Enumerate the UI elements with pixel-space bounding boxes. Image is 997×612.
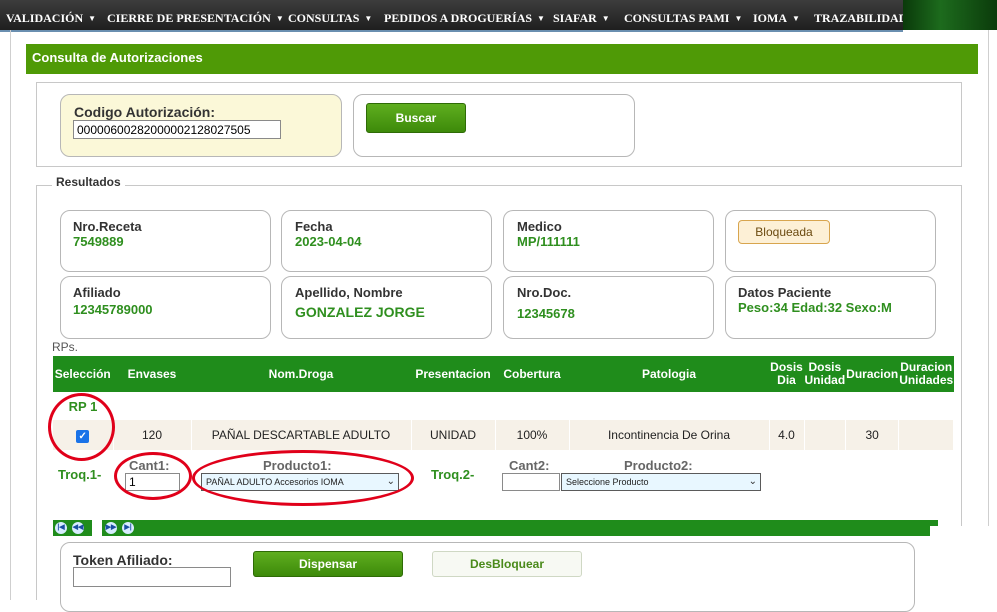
nro-doc-label: Nro.Doc. (517, 285, 572, 300)
annotation-ellipse-cant1 (114, 452, 192, 500)
producto2-label: Producto2: (624, 458, 693, 473)
annotation-ellipse-selection (48, 393, 115, 461)
nro-receta-label: Nro.Receta (73, 219, 142, 234)
apellido-label: Apellido, Nombre (295, 285, 403, 300)
patologia-cell: Incontinencia De Orina (569, 420, 770, 450)
nav-ioma[interactable]: IOMA ▼ (753, 11, 800, 26)
chevron-down-icon: ▼ (734, 14, 743, 23)
col-presentacion: Presentacion (411, 356, 496, 392)
col-seleccion: Selección (53, 356, 114, 392)
duracion-cell: 30 (845, 420, 900, 450)
troq1-label: Troq.1- (58, 467, 102, 482)
nav-consultas-pami[interactable]: CONSULTAS PAMI ▼ (624, 11, 742, 26)
chevron-down-icon: ▼ (792, 14, 800, 23)
chevron-down-icon: ▼ (364, 14, 373, 23)
col-nom-droga: Nom.Droga (191, 356, 412, 392)
annotation-ellipse-producto1 (192, 450, 414, 506)
afiliado-label: Afiliado (73, 285, 121, 300)
nav-validacion[interactable]: VALIDACIÓN ▼ (6, 11, 96, 26)
desbloquear-button[interactable]: DesBloquear (432, 551, 582, 577)
dispensar-button[interactable]: Dispensar (253, 551, 403, 577)
col-dosis-dia: Dosis Dia (769, 356, 805, 392)
droga-cell: PAÑAL DESCARTABLE ADULTO (191, 420, 412, 450)
pager-bar (53, 520, 938, 536)
cant2-input[interactable] (502, 473, 560, 491)
cant2-label: Cant2: (509, 458, 550, 473)
nav-pedidos-droguerias[interactable]: PEDIDOS A DROGUERÍAS ▼ (384, 11, 545, 26)
datos-paciente-label: Datos Paciente (738, 285, 832, 300)
chevron-down-icon: ⌄ (748, 476, 757, 487)
col-cobertura: Cobertura (495, 356, 570, 392)
afiliado-value: 12345789000 (73, 302, 153, 317)
nro-receta-value: 7549889 (73, 234, 124, 249)
pager-gap (92, 520, 102, 542)
presentacion-cell: UNIDAD (411, 420, 496, 450)
duracion-unidades-cell (898, 420, 955, 450)
nav-trazabilidad[interactable]: TRAZABILIDAD (814, 11, 907, 25)
nro-doc-value: 12345678 (517, 306, 575, 321)
rp-label-row: RP 1 (53, 392, 954, 420)
col-duracion-unidades: Duracion Unidades (898, 356, 955, 392)
next-page-icon[interactable]: ▶▶ (105, 522, 117, 534)
datos-paciente-value: Peso:34 Edad:32 Sexo:M (738, 300, 892, 315)
token-input[interactable] (73, 567, 231, 587)
nav-consultas[interactable]: CONSULTAS ▼ (288, 11, 372, 26)
bloqueada-badge: Bloqueada (738, 220, 830, 244)
buscar-button[interactable]: Buscar (366, 103, 466, 133)
envases-cell: 120 (113, 420, 192, 450)
rps-label: RPs. (52, 340, 79, 354)
prev-page-icon[interactable]: ◀◀ (72, 522, 84, 534)
table-header-row: Selección Envases Nom.Droga Presentacion… (53, 356, 955, 392)
col-duracion: Duracion (845, 356, 900, 392)
chevron-down-icon: ▼ (601, 14, 610, 23)
col-envases: Envases (113, 356, 192, 392)
medico-label: Medico (517, 219, 562, 234)
token-label: Token Afiliado: (73, 552, 173, 568)
apellido-value: GONZALEZ JORGE (295, 304, 425, 320)
producto2-selected: Seleccione Producto (566, 477, 649, 487)
chevron-down-icon: ▼ (537, 14, 545, 23)
dosis-unidad-cell (804, 420, 847, 450)
top-nav: VALIDACIÓN ▼ CIERRE DE PRESENTACIÓN ▼ CONS… (0, 0, 907, 32)
fecha-value: 2023-04-04 (295, 234, 362, 249)
troq2-label: Troq.2- (431, 467, 475, 482)
medico-value: MP/111111 (517, 234, 580, 249)
auth-code-label: Codigo Autorización: (74, 104, 216, 120)
last-page-icon[interactable]: ▶| (122, 522, 134, 534)
dosis-dia-cell: 4.0 (769, 420, 805, 450)
header-decoration (903, 0, 997, 30)
fecha-label: Fecha (295, 219, 333, 234)
auth-code-input[interactable] (73, 120, 281, 139)
cobertura-cell: 100% (495, 420, 570, 450)
chevron-down-icon: ▼ (88, 14, 97, 23)
nav-siafar[interactable]: SIAFAR ▼ (553, 11, 610, 26)
page-title: Consulta de Autorizaciones (26, 44, 978, 74)
col-patologia: Patologia (569, 356, 770, 392)
nav-cierre-presentacion[interactable]: CIERRE DE PRESENTACIÓN ▼ (107, 11, 284, 26)
results-legend: Resultados (52, 175, 125, 189)
right-whitespace (930, 526, 997, 600)
chevron-down-icon: ▼ (275, 14, 284, 23)
producto2-select[interactable]: Seleccione Producto ⌄ (561, 473, 761, 491)
table-row: ✓ 120 PAÑAL DESCARTABLE ADULTO UNIDAD 10… (53, 420, 955, 450)
col-dosis-unidad: Dosis Unidad (804, 356, 847, 392)
first-page-icon[interactable]: |◀ (55, 522, 67, 534)
